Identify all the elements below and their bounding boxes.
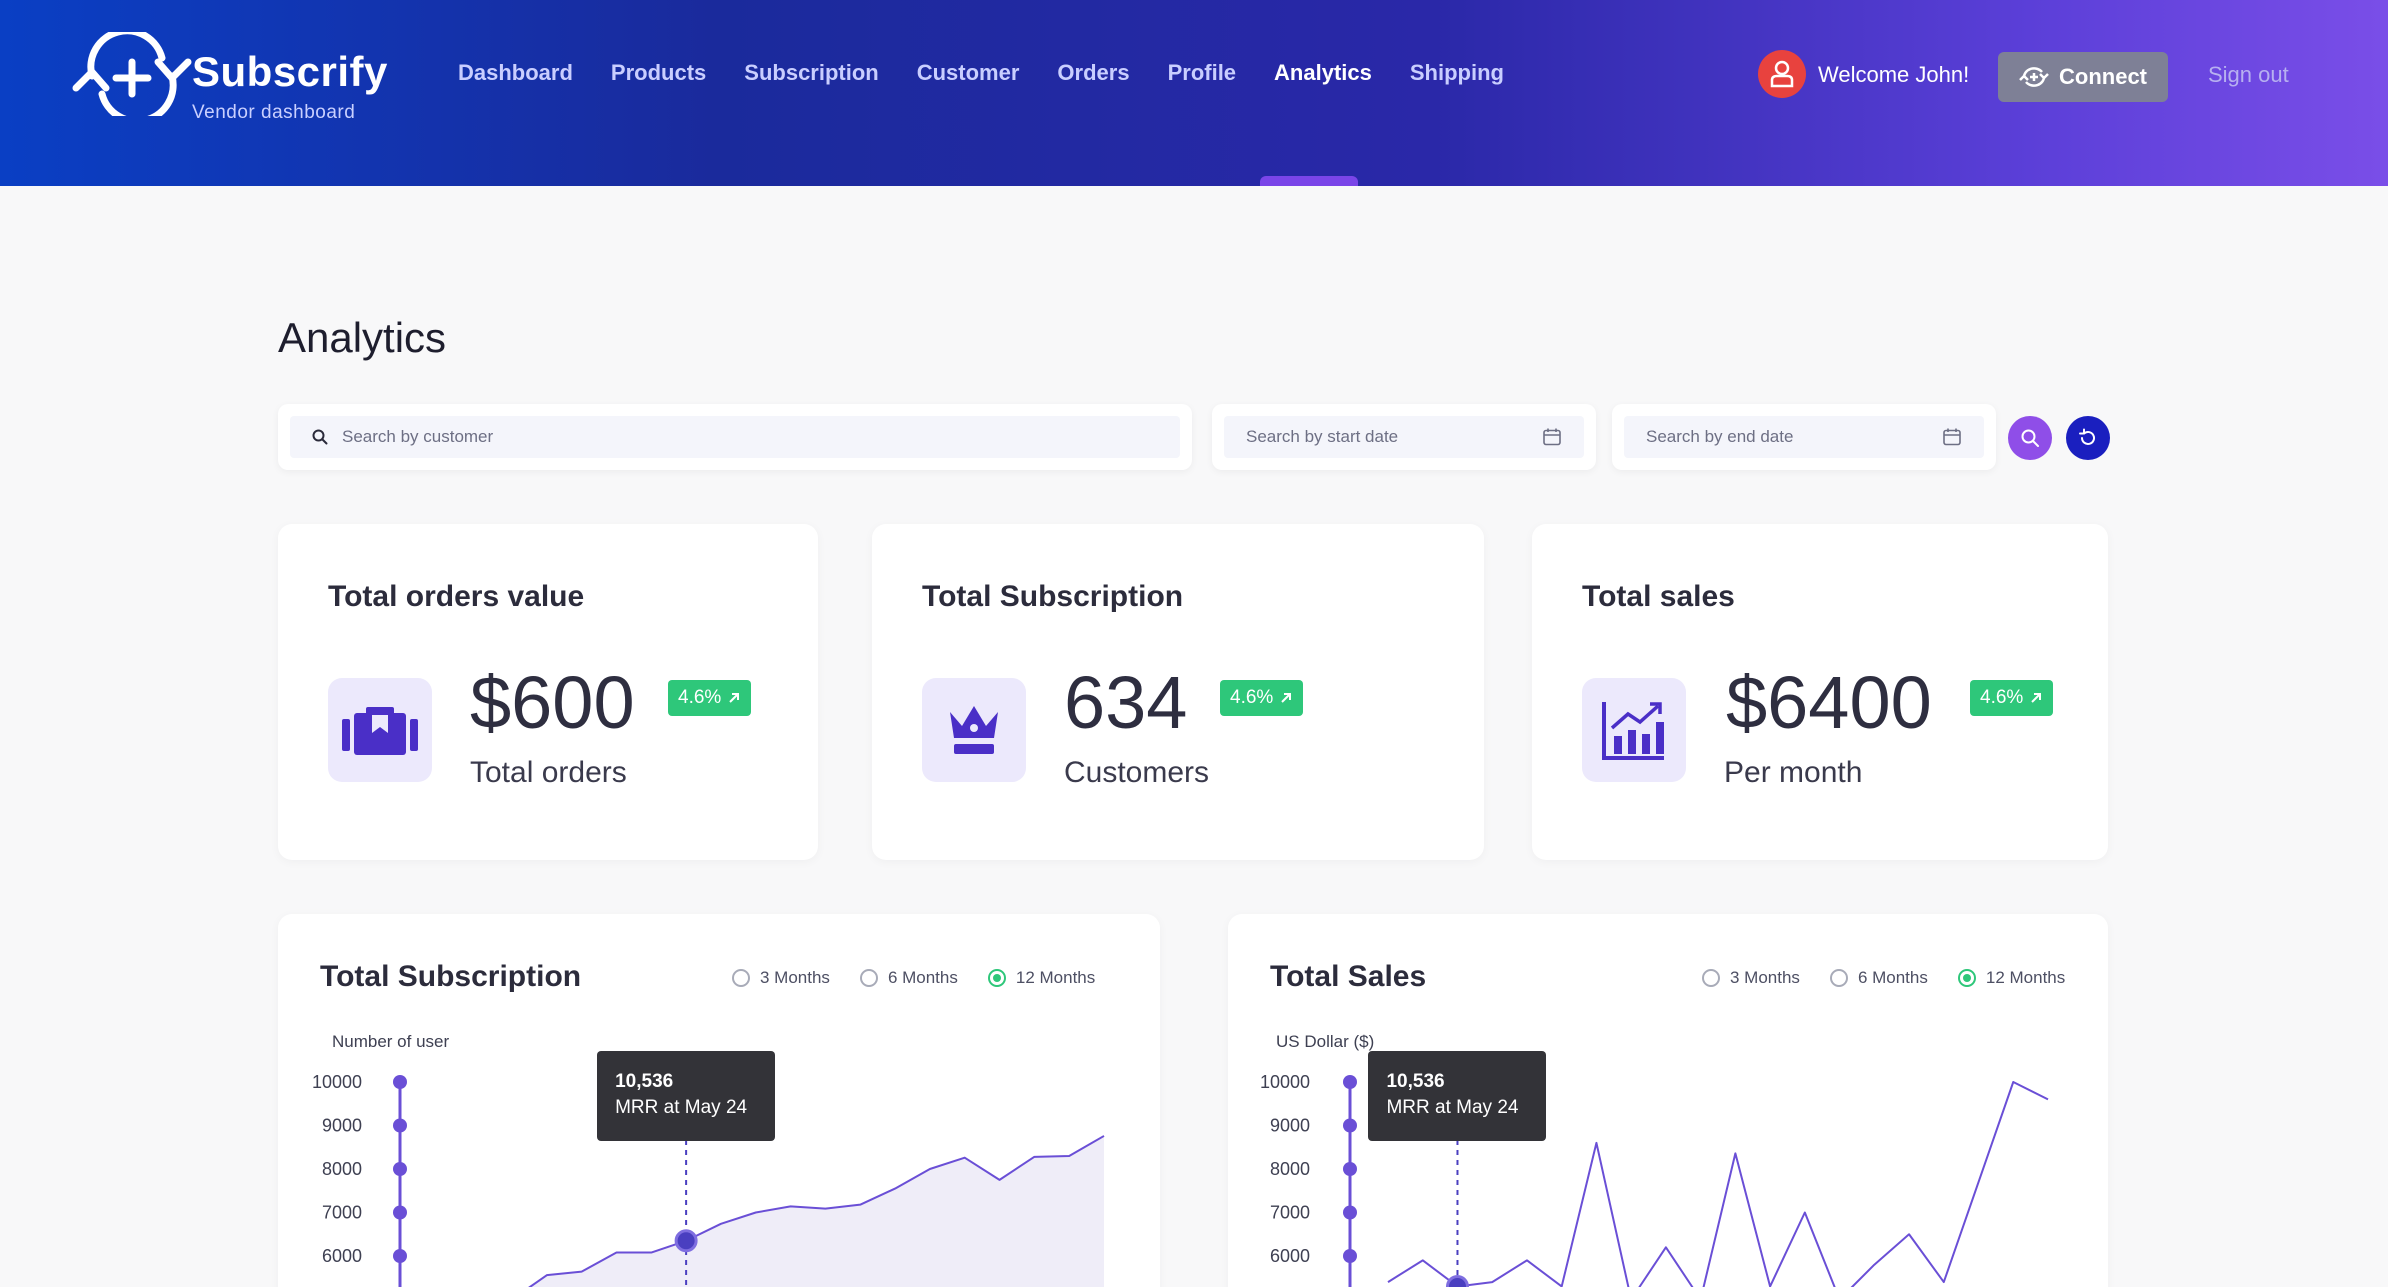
active-nav-indicator bbox=[1260, 176, 1358, 186]
y-tick-label: 7000 bbox=[1270, 1203, 1310, 1223]
sync-icon bbox=[2019, 67, 2049, 87]
search-icon bbox=[312, 429, 328, 445]
user-icon bbox=[1770, 60, 1794, 88]
y-tick-label: 6000 bbox=[1270, 1246, 1310, 1266]
customer-search-placeholder: Search by customer bbox=[342, 427, 494, 446]
stat-title: Total orders value bbox=[328, 580, 585, 613]
calendar-icon[interactable] bbox=[1542, 427, 1562, 447]
chart-panel-subscription: Total Subscription 3 Months 6 Months 12 … bbox=[278, 914, 1160, 1287]
nav-profile[interactable]: Profile bbox=[1168, 60, 1236, 86]
tooltip-value: 10,536 bbox=[615, 1071, 674, 1092]
chart-tooltip: 10,536 MRR at May 24 bbox=[597, 1051, 776, 1141]
y-tick-label: 7000 bbox=[322, 1203, 362, 1223]
trend-badge-text: 4.6% bbox=[1980, 687, 2024, 708]
welcome-text: Welcome John! bbox=[1818, 62, 1970, 87]
sales-line-chart: 10000 9000 8000 7000 6000 bbox=[1260, 1072, 2049, 1287]
end-date-input[interactable]: Search by end date bbox=[1624, 416, 1984, 458]
connect-button[interactable]: Connect bbox=[1998, 52, 2168, 102]
y-tick-label: 10000 bbox=[312, 1072, 362, 1092]
chart-tooltip: 10,536 MRR at May 24 bbox=[1368, 1051, 1547, 1141]
stat-title: Total sales bbox=[1582, 580, 1735, 613]
y-tick-label: 8000 bbox=[322, 1159, 362, 1179]
y-tick-marker bbox=[1343, 1118, 1357, 1133]
brand-name: Subscrify bbox=[192, 48, 388, 95]
stat-card-sales: Total sales $6400 4.6% Per month bbox=[1532, 524, 2108, 860]
stat-value: $6400 bbox=[1726, 661, 1932, 744]
connect-label: Connect bbox=[2059, 64, 2147, 89]
y-tick-label: 6000 bbox=[322, 1246, 362, 1266]
stat-card-subscription: Total Subscription 634 4.6% Customers bbox=[872, 524, 1484, 860]
start-date-box: Search by start date bbox=[1212, 404, 1596, 470]
y-tick-marker bbox=[393, 1249, 407, 1263]
stat-subtitle: Total orders bbox=[470, 756, 627, 789]
y-tick-label: 9000 bbox=[322, 1116, 362, 1136]
stat-value: $600 bbox=[470, 661, 635, 744]
end-date-placeholder: Search by end date bbox=[1646, 427, 1794, 446]
reset-button[interactable] bbox=[2066, 416, 2110, 460]
stat-subtitle: Customers bbox=[1064, 756, 1210, 789]
series-area bbox=[529, 1135, 1104, 1287]
tooltip-value: 10,536 bbox=[1386, 1071, 1445, 1092]
y-tick-marker bbox=[393, 1205, 407, 1220]
start-date-placeholder: Search by start date bbox=[1246, 427, 1399, 446]
stat-card-orders: Total orders value $600 4.6% Total order… bbox=[278, 524, 818, 860]
highlight-point[interactable] bbox=[1445, 1274, 1469, 1287]
tooltip-label: MRR at May 24 bbox=[615, 1097, 748, 1118]
y-tick-label: 8000 bbox=[1270, 1159, 1310, 1179]
nav-orders[interactable]: Orders bbox=[1057, 60, 1129, 86]
stat-title: Total Subscription bbox=[922, 580, 1184, 613]
search-icon bbox=[2021, 429, 2039, 447]
main-nav: Dashboard Products Subscription Customer… bbox=[458, 60, 1542, 86]
arrow-up-right-icon bbox=[729, 693, 740, 703]
calendar-icon[interactable] bbox=[1942, 427, 1962, 447]
y-tick-label: 9000 bbox=[1270, 1116, 1310, 1136]
arrow-up-right-icon bbox=[1281, 693, 1292, 703]
trend-badge: 4.6% bbox=[1970, 680, 2054, 716]
highlight-point[interactable] bbox=[674, 1229, 698, 1253]
trend-badge: 4.6% bbox=[668, 680, 752, 716]
search-button[interactable] bbox=[2008, 416, 2052, 460]
nav-products[interactable]: Products bbox=[611, 60, 706, 86]
trend-badge-text: 4.6% bbox=[678, 687, 722, 708]
avatar[interactable] bbox=[1758, 50, 1806, 98]
y-tick-marker bbox=[1343, 1162, 1357, 1176]
y-tick-marker bbox=[393, 1162, 407, 1176]
stat-subtitle: Per month bbox=[1724, 756, 1863, 789]
arrow-up-right-icon bbox=[2031, 693, 2042, 703]
page-title: Analytics bbox=[278, 314, 447, 361]
stat-value: 634 bbox=[1064, 661, 1188, 744]
chart-panel-sales: Total Sales 3 Months 6 Months 12 Months … bbox=[1228, 914, 2108, 1287]
y-tick-marker bbox=[1343, 1075, 1357, 1089]
y-tick-label: 10000 bbox=[1260, 1072, 1310, 1092]
nav-analytics[interactable]: Analytics bbox=[1274, 60, 1372, 86]
nav-customer[interactable]: Customer bbox=[917, 60, 1020, 86]
customer-search-input[interactable]: Search by customer bbox=[290, 416, 1180, 458]
nav-subscription[interactable]: Subscription bbox=[744, 60, 878, 86]
top-header: Subscrify Vendor dashboard Dashboard Pro… bbox=[0, 0, 2388, 186]
y-tick-marker bbox=[1343, 1205, 1357, 1220]
logo-icon bbox=[72, 32, 192, 116]
box-icon bbox=[328, 678, 432, 782]
brand-subtitle: Vendor dashboard bbox=[192, 102, 356, 123]
refresh-icon bbox=[2079, 428, 2095, 445]
y-tick-marker bbox=[393, 1075, 407, 1089]
crown-icon bbox=[922, 678, 1026, 782]
bar-chart-icon bbox=[1582, 678, 1686, 782]
y-tick-marker bbox=[393, 1118, 407, 1133]
nav-dashboard[interactable]: Dashboard bbox=[458, 60, 573, 86]
customer-search-box: Search by customer bbox=[278, 404, 1192, 470]
tooltip-label: MRR at May 24 bbox=[1386, 1097, 1519, 1118]
nav-shipping[interactable]: Shipping bbox=[1410, 60, 1504, 86]
end-date-box: Search by end date bbox=[1612, 404, 1996, 470]
sign-out-link[interactable]: Sign out bbox=[2208, 62, 2289, 88]
trend-badge-text: 4.6% bbox=[1230, 687, 1274, 708]
y-tick-marker bbox=[1343, 1249, 1357, 1263]
start-date-input[interactable]: Search by start date bbox=[1224, 416, 1584, 458]
trend-badge: 4.6% bbox=[1220, 680, 1304, 716]
